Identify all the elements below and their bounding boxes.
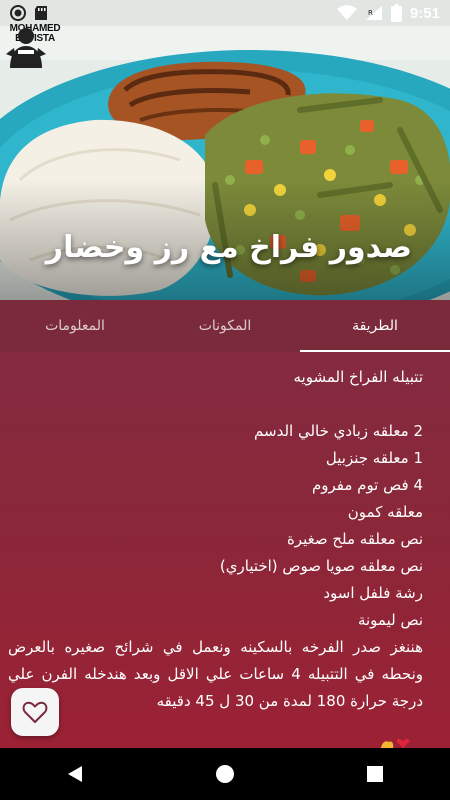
muscle-icon bbox=[381, 741, 394, 748]
heart-icon bbox=[396, 738, 410, 748]
ingredient-line: معلقه كمون bbox=[347, 503, 423, 521]
recipe-heading: تتبيله الفراخ المشويه bbox=[293, 368, 423, 386]
ingredient-line: 4 فص توم مفروم bbox=[311, 476, 423, 494]
circle-notification-icon bbox=[10, 5, 26, 21]
recipe-text: تتبيله الفراخ المشويه 2 معلقه زبادي خالي… bbox=[0, 352, 450, 715]
tab-ingredients[interactable]: المكونات bbox=[150, 300, 300, 352]
back-button[interactable] bbox=[45, 754, 105, 794]
clock: 9:51 bbox=[409, 4, 440, 22]
ingredient-line: نص معلقه ملح صغيرة bbox=[286, 530, 423, 548]
back-icon bbox=[68, 766, 82, 782]
battery-icon bbox=[390, 4, 402, 22]
home-button[interactable] bbox=[195, 754, 255, 794]
recipe-content[interactable]: تتبيله الفراخ المشويه 2 معلقه زبادي خالي… bbox=[0, 352, 450, 748]
method-paragraph: هننغز صدر الفرخه بالسكينه ونعمل في شرائح… bbox=[8, 638, 423, 710]
recipe-title: صدور فراخ مع رز وخضار bbox=[45, 230, 412, 265]
heart-outline-icon bbox=[22, 701, 48, 723]
brand-logo: MOHAMED BATISTA bbox=[4, 24, 66, 98]
ingredient-line: 1 معلقه جنزبيل bbox=[325, 449, 423, 467]
tab-info[interactable]: المعلومات bbox=[0, 300, 150, 352]
ingredient-line: 2 معلقه زبادي خالي الدسم bbox=[254, 422, 423, 440]
reaction-icons bbox=[380, 738, 410, 748]
sd-card-icon bbox=[35, 6, 47, 20]
svg-text:R: R bbox=[368, 9, 373, 17]
tab-method[interactable]: الطريقة bbox=[300, 300, 450, 352]
ingredient-line: نص معلقه صويا صوص (اختياري) bbox=[219, 557, 423, 575]
chef-logo-icon bbox=[6, 28, 46, 68]
recipe-hero-image: MOHAMED BATISTA صدور فراخ مع رز وخضار bbox=[0, 0, 450, 300]
status-bar: R 9:51 bbox=[0, 0, 450, 26]
home-icon bbox=[216, 765, 234, 783]
recents-button[interactable] bbox=[345, 754, 405, 794]
recents-icon bbox=[367, 766, 383, 782]
cellular-signal-icon: R bbox=[365, 6, 382, 20]
wifi-icon bbox=[336, 5, 357, 20]
system-nav-bar bbox=[0, 748, 450, 800]
ingredient-line: رشة فلفل اسود bbox=[323, 584, 423, 602]
favorite-button[interactable] bbox=[11, 688, 59, 736]
ingredient-line: نص ليمونة bbox=[357, 611, 423, 629]
recipe-tabs: المعلومات المكونات الطريقة bbox=[0, 300, 450, 352]
